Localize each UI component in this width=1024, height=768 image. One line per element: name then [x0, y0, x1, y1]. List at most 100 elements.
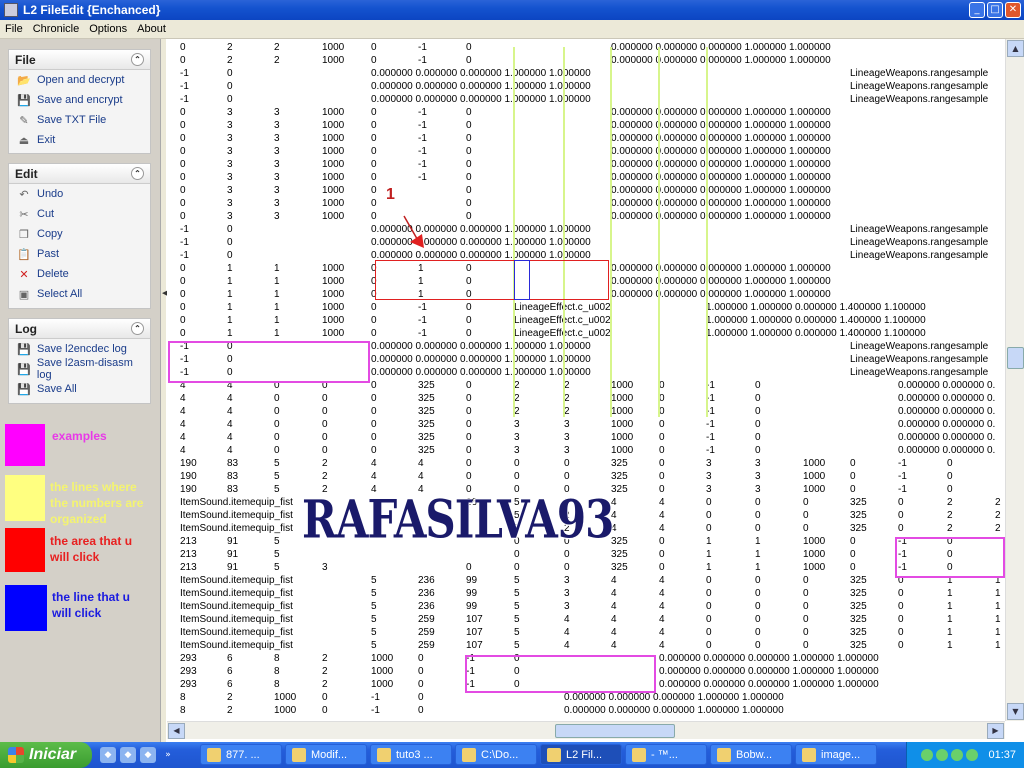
- table-cell[interactable]: -1: [418, 41, 427, 54]
- table-cell[interactable]: 0: [466, 327, 472, 340]
- table-cell[interactable]: 5: [514, 613, 520, 626]
- table-cell[interactable]: 1000: [322, 327, 344, 340]
- table-cell[interactable]: -1: [706, 431, 715, 444]
- table-cell[interactable]: 8: [180, 691, 186, 704]
- table-cell[interactable]: 0: [180, 210, 186, 223]
- table-cell[interactable]: 0: [180, 54, 186, 67]
- table-cell[interactable]: 4: [659, 574, 665, 587]
- table-cell[interactable]: 325: [418, 418, 435, 431]
- table-cell[interactable]: 5: [514, 626, 520, 639]
- table-cell[interactable]: 4: [227, 431, 233, 444]
- table-cell[interactable]: 0: [803, 600, 809, 613]
- table-cell[interactable]: 4: [564, 626, 570, 639]
- table-cell[interactable]: 107: [466, 613, 483, 626]
- table-cell[interactable]: 0: [755, 522, 761, 535]
- table-cell[interactable]: 0.000000 0.000000 0.: [898, 418, 995, 431]
- table-cell[interactable]: 0: [180, 184, 186, 197]
- table-cell[interactable]: 2: [947, 522, 953, 535]
- table-cell[interactable]: 293: [180, 652, 197, 665]
- table-cell[interactable]: 0: [180, 132, 186, 145]
- table-cell[interactable]: 4: [659, 639, 665, 652]
- table-cell[interactable]: 0.000000 0.000000 0.000000 1.000000 1.00…: [371, 366, 591, 379]
- table-cell[interactable]: 1000: [322, 184, 344, 197]
- table-cell[interactable]: 0: [466, 106, 472, 119]
- table-cell[interactable]: 3: [274, 106, 280, 119]
- table-cell[interactable]: 3: [564, 444, 570, 457]
- table-cell[interactable]: 2: [322, 457, 328, 470]
- table-cell[interactable]: 2: [995, 496, 1001, 509]
- table-cell[interactable]: 325: [850, 587, 867, 600]
- table-cell[interactable]: 1: [274, 314, 280, 327]
- table-cell[interactable]: 5: [371, 600, 377, 613]
- table-cell[interactable]: 1000: [322, 275, 344, 288]
- table-cell[interactable]: 0: [755, 431, 761, 444]
- table-cell[interactable]: 0: [322, 444, 328, 457]
- exit-button[interactable]: ⏏ Exit: [9, 130, 150, 150]
- table-cell[interactable]: 1: [947, 626, 953, 639]
- table-cell[interactable]: 4: [371, 457, 377, 470]
- table-cell[interactable]: 0: [947, 470, 953, 483]
- table-cell[interactable]: -1: [418, 301, 427, 314]
- table-cell[interactable]: 1: [947, 587, 953, 600]
- table-cell[interactable]: 0: [466, 379, 472, 392]
- table-cell[interactable]: 0: [227, 93, 233, 106]
- table-cell[interactable]: 8: [274, 678, 280, 691]
- table-cell[interactable]: 0: [898, 587, 904, 600]
- table-cell[interactable]: 5: [274, 470, 280, 483]
- scroll-right-button[interactable]: ▶: [987, 723, 1004, 739]
- table-cell[interactable]: 0: [180, 119, 186, 132]
- table-cell[interactable]: 0: [466, 418, 472, 431]
- table-cell[interactable]: 3: [227, 210, 233, 223]
- table-cell[interactable]: 0.000000 0.000000 0.: [898, 405, 995, 418]
- table-cell[interactable]: 0.000000 0.000000 0.000000 1.000000 1.00…: [371, 340, 591, 353]
- table-cell[interactable]: 3: [274, 171, 280, 184]
- table-cell[interactable]: 2: [995, 522, 1001, 535]
- table-cell[interactable]: 0: [706, 574, 712, 587]
- table-cell[interactable]: 0: [371, 210, 377, 223]
- table-cell[interactable]: 4: [180, 405, 186, 418]
- table-cell[interactable]: 0: [466, 210, 472, 223]
- menu-chronicle[interactable]: Chronicle: [28, 23, 84, 35]
- table-cell[interactable]: 0: [371, 119, 377, 132]
- table-cell[interactable]: 2: [274, 41, 280, 54]
- table-cell[interactable]: 1000: [322, 210, 344, 223]
- table-cell[interactable]: 3: [274, 197, 280, 210]
- table-cell[interactable]: 0: [466, 54, 472, 67]
- table-cell[interactable]: 0: [418, 691, 424, 704]
- table-cell[interactable]: 1: [274, 275, 280, 288]
- table-cell[interactable]: 1: [274, 288, 280, 301]
- table-cell[interactable]: 1000: [322, 158, 344, 171]
- table-cell[interactable]: 0.000000 0.000000 0.000000 1.000000 1.00…: [611, 54, 831, 67]
- taskbar-button[interactable]: Modif...: [285, 744, 367, 765]
- table-cell[interactable]: 107: [466, 639, 483, 652]
- table-cell[interactable]: 3: [274, 184, 280, 197]
- table-cell[interactable]: 0.000000 0.000000 0.: [898, 379, 995, 392]
- table-cell[interactable]: 2: [227, 54, 233, 67]
- table-cell[interactable]: 0.000000 0.000000 0.000000 1.000000 1.00…: [659, 678, 879, 691]
- table-cell[interactable]: 2: [274, 54, 280, 67]
- table-cell[interactable]: 0: [371, 301, 377, 314]
- splitter[interactable]: ◀: [160, 39, 167, 742]
- table-cell[interactable]: 0: [274, 444, 280, 457]
- table-cell[interactable]: 0: [371, 379, 377, 392]
- table-cell[interactable]: 190: [180, 483, 197, 496]
- table-cell[interactable]: 1000: [322, 262, 344, 275]
- table-cell[interactable]: 0: [180, 314, 186, 327]
- table-cell[interactable]: 4: [227, 444, 233, 457]
- table-cell[interactable]: 1.000000 1.000000 0.000000 1.400000 1.10…: [706, 327, 926, 340]
- table-cell[interactable]: 0: [706, 613, 712, 626]
- collapse-icon[interactable]: ⌃: [131, 53, 144, 66]
- app-icon[interactable]: ◆: [120, 747, 136, 763]
- table-cell[interactable]: 0: [466, 431, 472, 444]
- taskbar-button[interactable]: tuto3 ...: [370, 744, 452, 765]
- table-cell[interactable]: 0: [371, 314, 377, 327]
- table-cell[interactable]: 4: [418, 470, 424, 483]
- table-cell[interactable]: 0: [850, 561, 856, 574]
- scroll-left-button[interactable]: ◀: [168, 723, 185, 739]
- undo-button[interactable]: ↶ Undo: [9, 184, 150, 204]
- table-cell[interactable]: 4: [611, 613, 617, 626]
- table-cell[interactable]: 1000: [274, 704, 296, 717]
- table-cell[interactable]: -1: [180, 223, 189, 236]
- table-cell[interactable]: 0: [371, 418, 377, 431]
- table-cell[interactable]: 325: [418, 405, 435, 418]
